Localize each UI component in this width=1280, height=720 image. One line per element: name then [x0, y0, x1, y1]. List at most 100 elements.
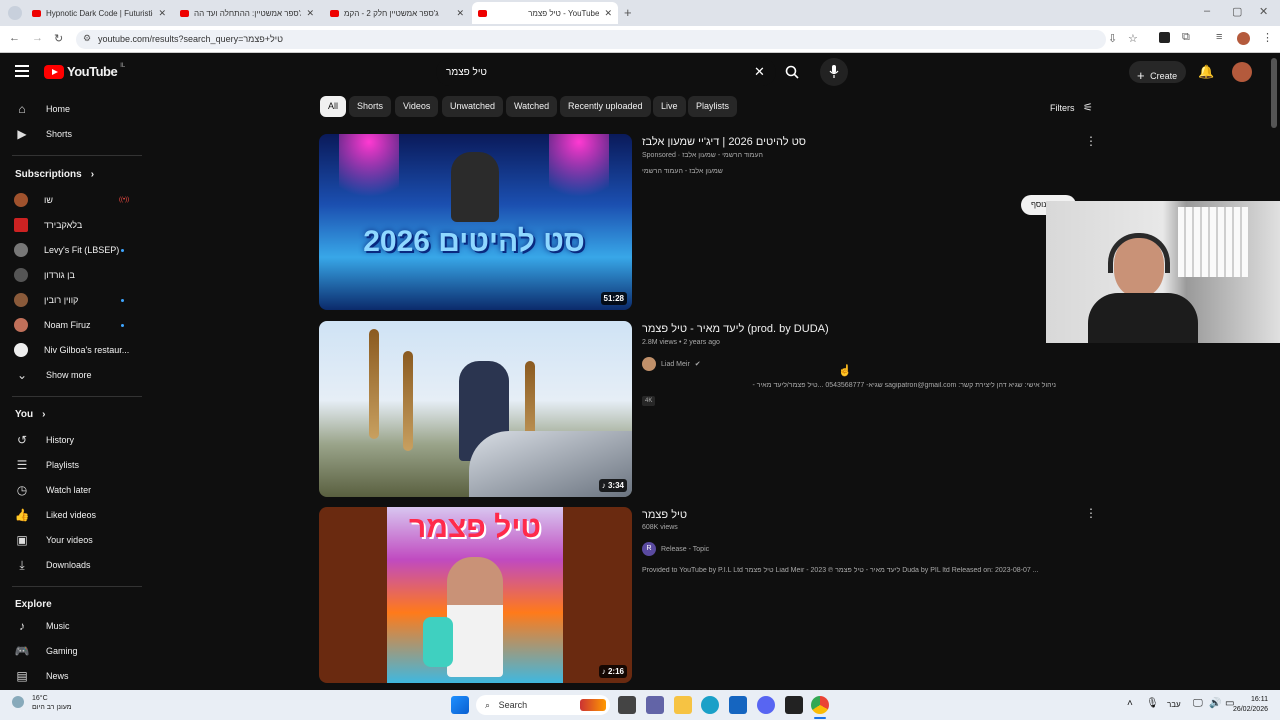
chip-recently-uploaded[interactable]: Recently uploaded: [560, 96, 651, 117]
video-title[interactable]: טיל פצמר: [642, 509, 687, 521]
new-tab-icon[interactable]: +: [624, 5, 632, 20]
volume-icon[interactable]: 🔊: [1209, 698, 1221, 709]
video-thumbnail[interactable]: טיל פצמר ♪ 2:16: [319, 507, 632, 683]
notifications-bell-icon[interactable]: 🔔: [1198, 64, 1214, 80]
close-window-icon[interactable]: ✕: [1259, 5, 1268, 18]
chrome-icon[interactable]: [811, 696, 829, 714]
windows-start-icon[interactable]: [451, 696, 469, 714]
sidebar-item-subscription[interactable]: Levy's Fit (LBSEP): [14, 240, 144, 260]
plus-icon: +: [1137, 68, 1145, 83]
chip-shorts[interactable]: Shorts: [349, 96, 392, 117]
sidebar-item-home[interactable]: ⌂ Home: [14, 99, 144, 119]
profile-avatar-icon[interactable]: [1237, 32, 1250, 45]
app-icon[interactable]: [785, 696, 803, 714]
menu-icon[interactable]: [15, 65, 29, 77]
browser-tab[interactable]: ג'ספר אמשטיין חלק 2 - הקמ ✕: [324, 2, 470, 24]
video-meta: Sponsored · העמוד הרשמי - שמעון אלבז: [642, 152, 763, 159]
install-app-icon[interactable]: ⇩: [1108, 32, 1117, 45]
sidebar-item-liked-videos[interactable]: 👍 Liked videos: [14, 505, 144, 525]
sidebar-item-gaming[interactable]: 🎮 Gaming: [14, 641, 144, 661]
task-view-icon[interactable]: [618, 696, 636, 714]
sidebar-item-downloads[interactable]: ⤓ Downloads: [14, 555, 144, 575]
live-indicator-icon: ((•)): [119, 197, 130, 203]
chip-videos[interactable]: Videos: [395, 96, 439, 117]
chip-live[interactable]: Live: [653, 96, 686, 117]
browser-tab-active[interactable]: טיל פצמר - YouTube ✕: [472, 2, 618, 24]
video-thumbnail[interactable]: ♪ 3:34: [319, 321, 632, 497]
file-explorer-icon[interactable]: [674, 696, 692, 714]
filters-button[interactable]: Filters ⚟: [1050, 101, 1093, 114]
chip-watched[interactable]: Watched: [506, 96, 558, 117]
weather-widget[interactable]: 16°C מעונן רב היום: [12, 694, 72, 712]
chip-playlists[interactable]: Playlists: [688, 96, 738, 117]
taskbar-search[interactable]: ⌕ Search: [476, 695, 610, 715]
youtube-logo[interactable]: YouTube IL: [44, 63, 125, 79]
back-icon[interactable]: ←: [9, 32, 20, 44]
browser-tab-bar: Hypnotic Dark Code | Futuristic ✕ ג'ספר …: [0, 0, 1280, 26]
extension-icon[interactable]: [1159, 32, 1170, 43]
subscriptions-heading[interactable]: Subscriptions ›: [15, 169, 94, 180]
tray-chevron-up-icon[interactable]: ˄: [1127, 698, 1133, 709]
store-icon[interactable]: [729, 696, 747, 714]
microphone-tray-icon[interactable]: 🎙: [1146, 698, 1159, 709]
new-content-dot: [121, 324, 124, 327]
teams-icon[interactable]: [646, 696, 664, 714]
sidebar-item-watch-later[interactable]: ◷ Watch later: [14, 480, 144, 500]
sidebar-item-show-more[interactable]: ⌄ Show more: [14, 365, 144, 385]
clear-search-icon[interactable]: ✕: [754, 64, 765, 80]
video-title[interactable]: סט להיטים 2026 | דיג'יי שמעון אלבז: [642, 136, 806, 148]
extensions-puzzle-icon[interactable]: ⧉: [1182, 31, 1190, 44]
sidebar-item-subscription[interactable]: בלאקבירד: [14, 215, 144, 235]
sidebar-item-subscription[interactable]: Niv Gilboa's restaur...: [14, 340, 144, 360]
language-indicator[interactable]: עבר: [1167, 700, 1181, 709]
sidebar-item-subscription[interactable]: קווין רובין: [14, 290, 144, 310]
browser-tab[interactable]: Hypnotic Dark Code | Futuristic ✕: [26, 2, 172, 24]
address-bar[interactable]: ⚙ youtube.com/results?search_query=טיל+פ…: [76, 30, 1106, 49]
search-button[interactable]: [776, 58, 806, 86]
sidebar-item-shorts[interactable]: ▶ Shorts: [14, 124, 144, 144]
close-tab-icon[interactable]: ✕: [456, 8, 464, 19]
sidebar-item-subscription[interactable]: בן גורדון: [14, 265, 144, 285]
sidebar-item-history[interactable]: ↺ History: [14, 430, 144, 450]
create-button[interactable]: + Create: [1129, 61, 1186, 83]
sidebar-divider: [12, 396, 142, 397]
thumbnail-artwork: טיל פצמר: [387, 507, 563, 683]
close-tab-icon[interactable]: ✕: [158, 8, 166, 19]
chrome-menu-icon[interactable]: ⋮: [1262, 31, 1273, 44]
channel-name[interactable]: שמעון אלבז - העמוד הרשמי: [642, 168, 723, 175]
sidebar-item-subscription[interactable]: Noam Firuz: [14, 315, 144, 335]
reload-icon[interactable]: ↻: [54, 32, 63, 45]
sidebar-item-music[interactable]: ♪ Music: [14, 616, 144, 636]
minimize-icon[interactable]: –: [1204, 5, 1210, 17]
bookmark-star-icon[interactable]: ☆: [1128, 32, 1138, 45]
account-avatar[interactable]: [1232, 62, 1252, 82]
sidebar-item-label: בן גורדון: [44, 270, 75, 280]
edge-icon[interactable]: [701, 696, 719, 714]
discord-icon[interactable]: [757, 696, 775, 714]
reading-list-icon[interactable]: ≡: [1216, 31, 1222, 43]
channel-link[interactable]: Liad Meir ✔: [642, 357, 701, 371]
more-actions-icon[interactable]: ⋮: [1085, 506, 1097, 520]
page-scrollbar[interactable]: [1271, 58, 1277, 128]
clock[interactable]: 16:11 26/02/2026: [1228, 695, 1268, 715]
sidebar-item-playlists[interactable]: ☰ Playlists: [14, 455, 144, 475]
voice-search-button[interactable]: [820, 58, 848, 86]
site-info-icon[interactable]: ⚙: [83, 33, 91, 44]
search-input[interactable]: טיל פצמר ✕: [436, 58, 776, 86]
channel-link[interactable]: R Release - Topic: [642, 542, 709, 556]
you-heading[interactable]: You ›: [15, 409, 46, 420]
close-tab-icon[interactable]: ✕: [604, 8, 612, 19]
chip-all[interactable]: All: [320, 96, 347, 117]
tab-search-icon[interactable]: [8, 6, 22, 20]
browser-tab[interactable]: ג'ספר אמשטיין: ההתחלה ועד הה ✕: [174, 2, 320, 24]
chip-unwatched[interactable]: Unwatched: [442, 96, 504, 117]
forward-icon[interactable]: →: [32, 32, 43, 44]
maximize-icon[interactable]: ▢: [1232, 5, 1242, 18]
video-title[interactable]: ליעד מאיר - טיל פצמר (prod. by DUDA): [642, 323, 829, 335]
sidebar-item-news[interactable]: ▤ News: [14, 666, 144, 686]
more-actions-icon[interactable]: ⋮: [1085, 134, 1097, 148]
close-tab-icon[interactable]: ✕: [306, 8, 314, 19]
sidebar-item-your-videos[interactable]: ▣ Your videos: [14, 530, 144, 550]
network-icon[interactable]: 🖵: [1193, 698, 1203, 709]
video-thumbnail[interactable]: סט להיטים 2026 51:28: [319, 134, 632, 310]
